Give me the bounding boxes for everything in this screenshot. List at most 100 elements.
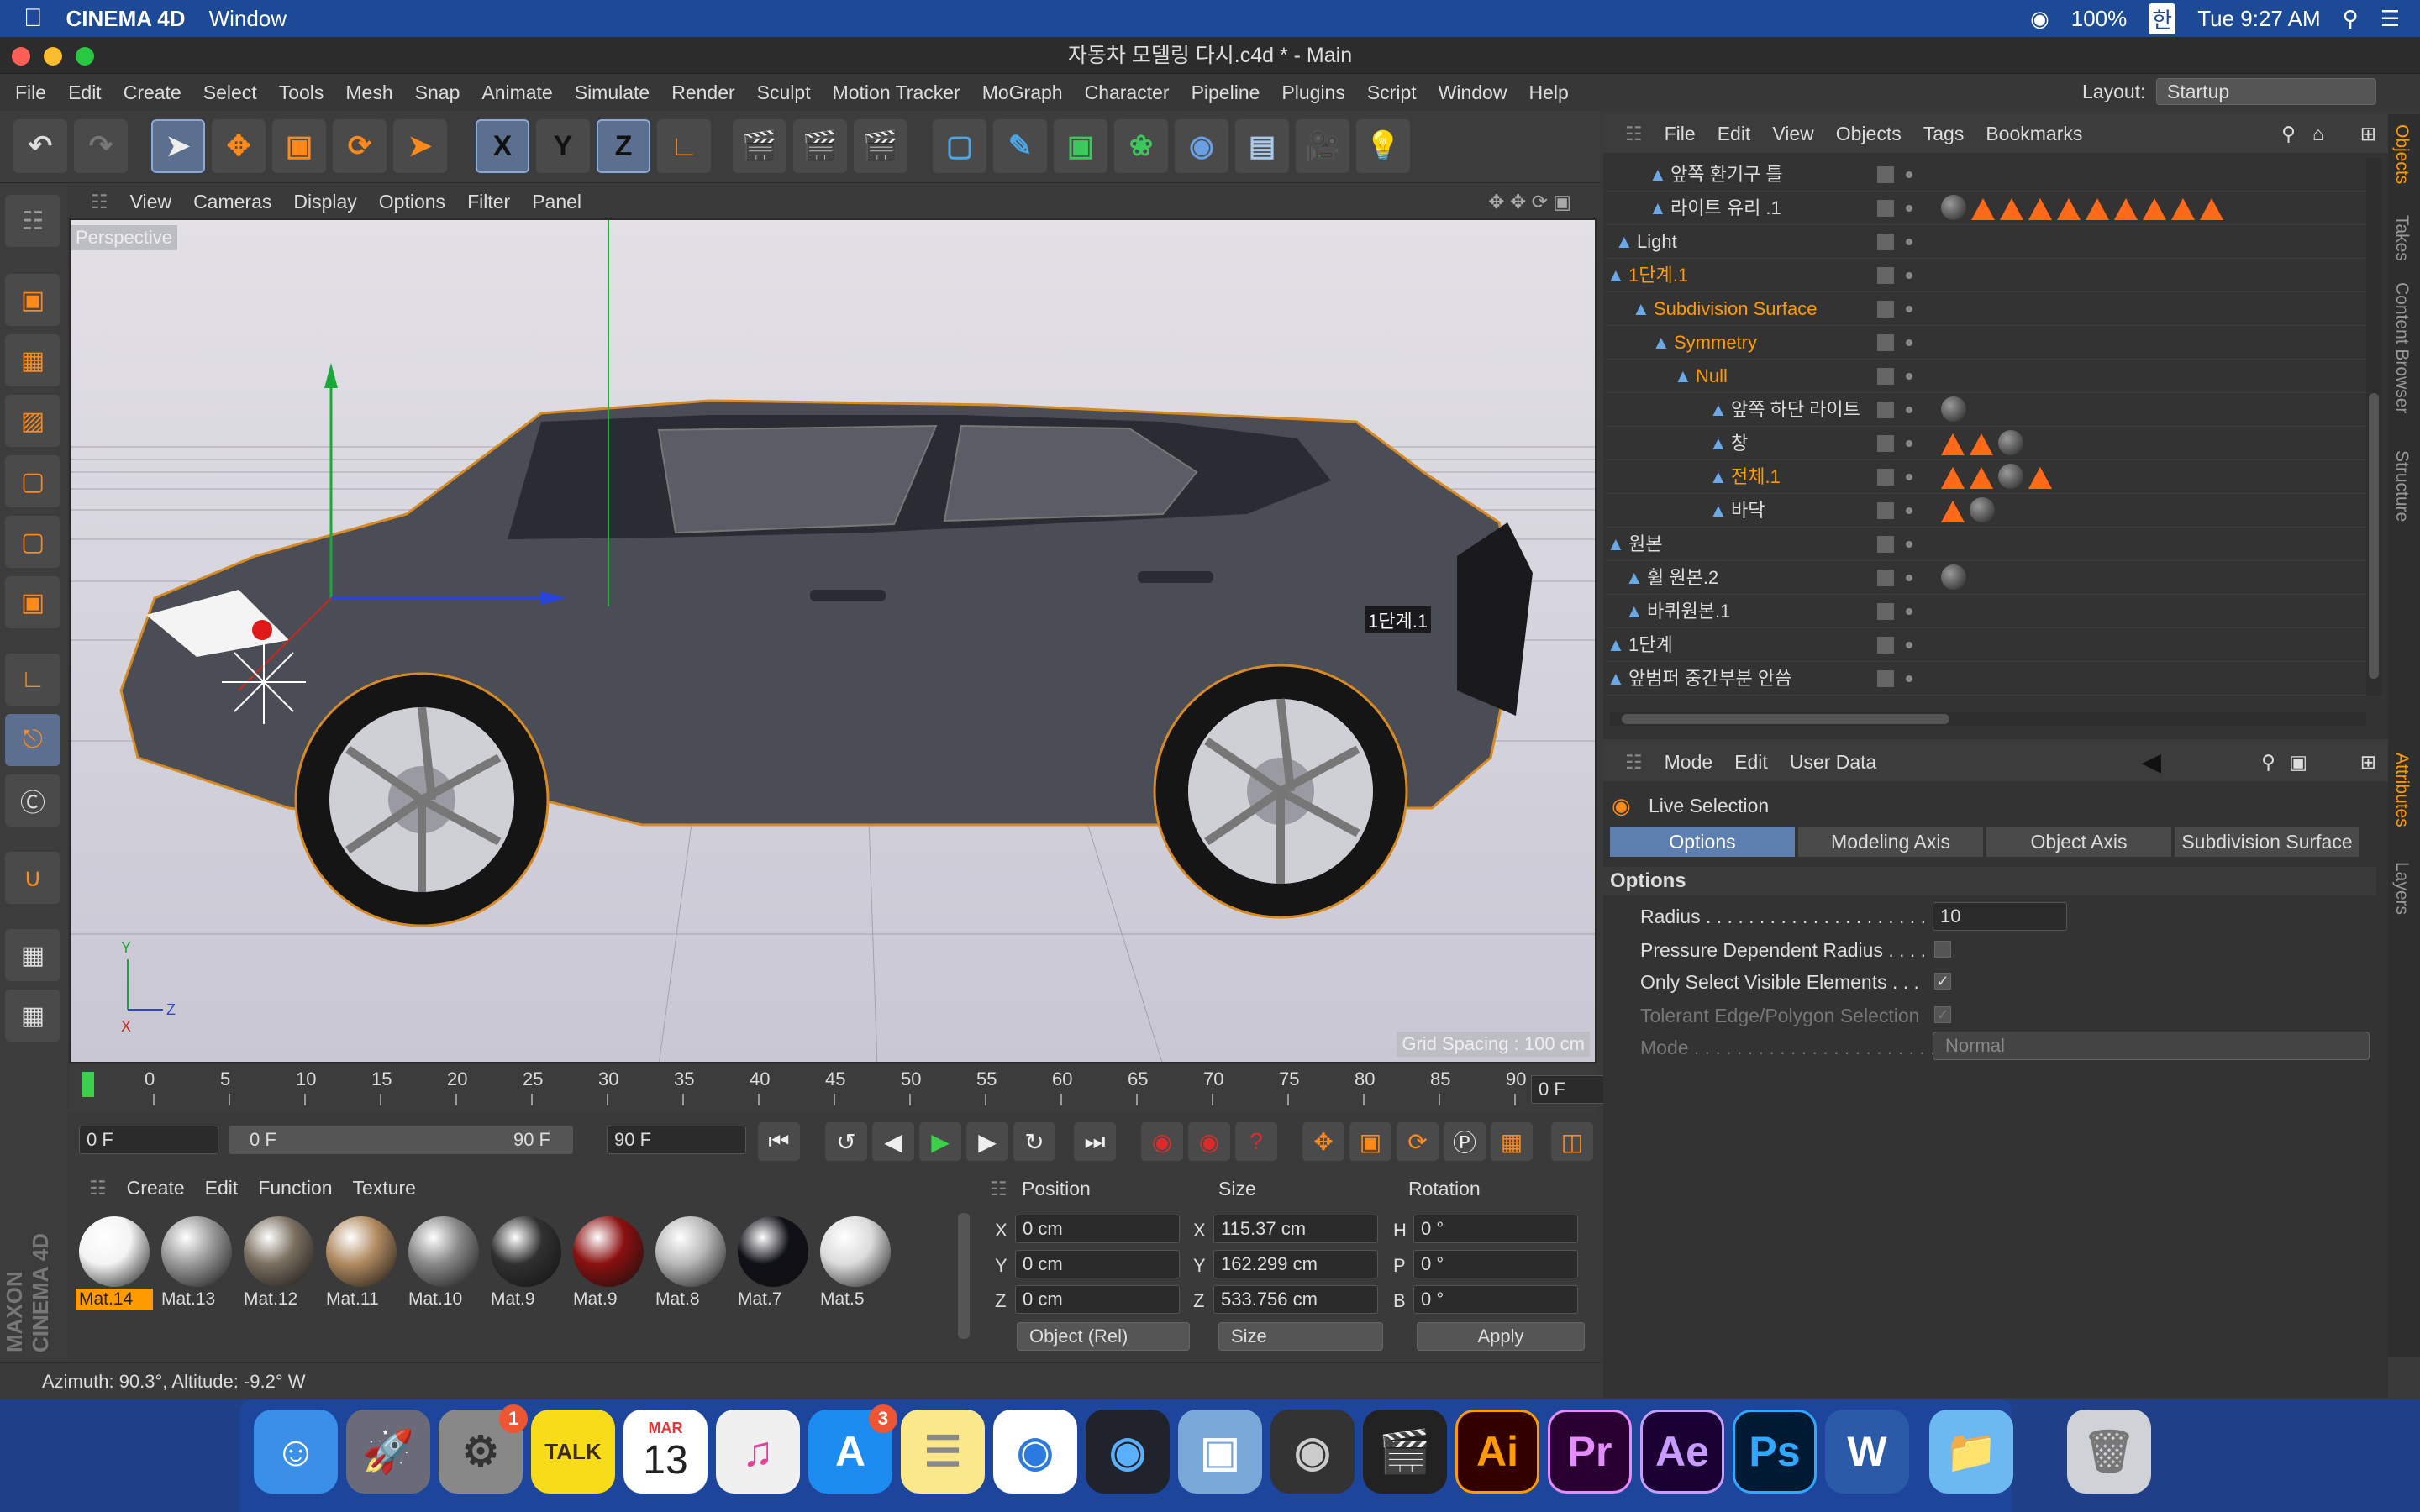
- material-tag-icon[interactable]: [2200, 198, 2223, 220]
- material-thumbnail[interactable]: Mat.11: [323, 1213, 400, 1310]
- rot-h-field[interactable]: 0 °: [1413, 1215, 1578, 1243]
- polygons-mode-icon[interactable]: ▣: [5, 576, 60, 628]
- object-row[interactable]: ▲ 1단계: [1603, 628, 2368, 662]
- viewport-scene[interactable]: [71, 220, 1597, 1063]
- visibility-toggle[interactable]: [1877, 200, 1894, 217]
- close-window-button[interactable]: [12, 47, 30, 66]
- menu-edit[interactable]: Edit: [68, 81, 102, 104]
- material-menu-texture[interactable]: Texture: [353, 1177, 416, 1200]
- model-mode-icon[interactable]: ▣: [5, 274, 60, 326]
- 3d-viewport[interactable]: Perspective 1단계.1 Y Z X Grid Spacing : 1…: [69, 218, 1597, 1063]
- tab-subdivision-surface[interactable]: Subdivision Surface: [2175, 827, 2360, 857]
- visibility-toggle[interactable]: [1877, 435, 1894, 452]
- viewport-menu-view[interactable]: View: [130, 191, 171, 213]
- render-dot[interactable]: [1906, 205, 1912, 212]
- menu-character[interactable]: Character: [1085, 81, 1170, 104]
- menu-tools[interactable]: Tools: [279, 81, 324, 104]
- render-dot[interactable]: [1906, 675, 1912, 682]
- object-menu-edit[interactable]: Edit: [1718, 123, 1751, 145]
- kakaotalk-icon[interactable]: TALK: [531, 1410, 615, 1494]
- record-keys-icon[interactable]: ◉: [1141, 1122, 1183, 1161]
- object-row[interactable]: ▲ Symmetry: [1603, 326, 2368, 360]
- material-thumbnail[interactable]: Mat.8: [652, 1213, 729, 1310]
- move-icon[interactable]: ✥: [212, 119, 266, 173]
- planar-workplane-icon[interactable]: ▦: [5, 990, 60, 1042]
- object-row[interactable]: ▲ 원본: [1603, 528, 2368, 561]
- visibility-toggle[interactable]: [1877, 637, 1894, 654]
- render-dot[interactable]: [1906, 541, 1912, 548]
- material-thumbnail[interactable]: Mat.7: [734, 1213, 812, 1310]
- visibility-toggle[interactable]: [1877, 570, 1894, 586]
- tweak-mode-icon[interactable]: ⎋: [5, 714, 60, 766]
- object-name[interactable]: Symmetry: [1674, 326, 1757, 360]
- deformer-icon[interactable]: ◉: [1175, 119, 1228, 173]
- key-point-level-icon[interactable]: ▦: [1491, 1122, 1533, 1161]
- coordinate-system-icon[interactable]: ∟: [657, 119, 711, 173]
- object-row[interactable]: ▲ 휠 원본.2: [1603, 561, 2368, 595]
- key-scale-icon[interactable]: ▣: [1349, 1122, 1392, 1161]
- render-dot[interactable]: [1906, 608, 1912, 615]
- render-settings-icon[interactable]: 🎬: [854, 119, 908, 173]
- material-tag-icon[interactable]: [2171, 198, 2195, 220]
- key-parameter-icon[interactable]: Ⓟ: [1444, 1122, 1486, 1161]
- cinema4d-icon[interactable]: ◉: [1086, 1410, 1170, 1494]
- object-name[interactable]: 창: [1731, 427, 1748, 460]
- undo-icon[interactable]: ↶: [13, 119, 67, 173]
- mograph-cloner-icon[interactable]: ❀: [1114, 119, 1168, 173]
- object-scroll-thumb[interactable]: [2369, 393, 2379, 679]
- material-tag-icon[interactable]: [1970, 467, 1993, 489]
- object-row[interactable]: ▲ Subdivision Surface: [1603, 292, 2368, 326]
- object-hscroll-thumb[interactable]: [1622, 714, 1949, 724]
- side-tab-layers[interactable]: Layers: [2391, 862, 2412, 915]
- chrome-icon[interactable]: ◉: [993, 1410, 1077, 1494]
- tolerant-selection-checkbox[interactable]: ✓: [1934, 1006, 1951, 1023]
- snap-icon[interactable]: Ⓒ: [5, 774, 60, 827]
- system-preferences-icon[interactable]: ⚙ 1: [439, 1404, 528, 1494]
- go-to-start-icon[interactable]: ⏮: [758, 1122, 800, 1161]
- visibility-toggle[interactable]: [1877, 267, 1894, 284]
- side-tab-structure[interactable]: Structure: [2391, 450, 2412, 522]
- rot-b-field[interactable]: 0 °: [1413, 1285, 1578, 1314]
- menu-sculpt[interactable]: Sculpt: [757, 81, 811, 104]
- material-tag-icon[interactable]: [2000, 198, 2023, 220]
- object-menu-tags[interactable]: Tags: [1923, 123, 1965, 145]
- menu-render[interactable]: Render: [671, 81, 734, 104]
- menu-mesh[interactable]: Mesh: [345, 81, 392, 104]
- object-name[interactable]: Subdivision Surface: [1654, 292, 1817, 326]
- attr-lock-icon[interactable]: ▣: [2289, 751, 2307, 774]
- side-tab-takes[interactable]: Takes: [2391, 215, 2412, 261]
- object-name[interactable]: 바퀴원본.1: [1647, 595, 1730, 628]
- render-dot[interactable]: [1906, 474, 1912, 480]
- disk-utility-icon[interactable]: ◉: [1270, 1410, 1355, 1494]
- app-store-icon[interactable]: A 3: [808, 1404, 897, 1494]
- object-row[interactable]: ▲ Light: [1603, 225, 2368, 259]
- final-cut-icon[interactable]: 🎬: [1363, 1410, 1447, 1494]
- radius-field[interactable]: 10: [1933, 902, 2067, 931]
- visible-elements-checkbox[interactable]: ✓: [1934, 973, 1951, 990]
- object-name[interactable]: 1단계: [1628, 628, 1673, 662]
- z-axis-lock[interactable]: Z: [597, 119, 650, 173]
- texture-tag-icon[interactable]: [1998, 430, 2023, 455]
- viewport-menu-filter[interactable]: Filter: [467, 191, 510, 213]
- viewport-menu-display[interactable]: Display: [293, 191, 356, 213]
- object-row[interactable]: ▲ 1단계.1: [1603, 259, 2368, 292]
- pos-x-field[interactable]: 0 cm: [1015, 1215, 1180, 1243]
- side-tab-content-browser[interactable]: Content Browser: [2391, 282, 2412, 413]
- object-row[interactable]: ▲ 앞쪽 환기구 틀: [1603, 158, 2368, 192]
- premiere-icon[interactable]: Pr: [1548, 1410, 1632, 1494]
- pos-z-field[interactable]: 0 cm: [1015, 1285, 1180, 1314]
- object-row[interactable]: ▲ Null: [1603, 360, 2368, 393]
- keyframe-selection-icon[interactable]: ?: [1235, 1122, 1277, 1161]
- render-dot[interactable]: [1906, 171, 1912, 178]
- object-name[interactable]: 앞쪽 환기구 틀: [1670, 158, 1783, 192]
- previous-frame-icon[interactable]: ◀: [872, 1122, 914, 1161]
- subdivision-icon[interactable]: ▣: [1054, 119, 1107, 173]
- texture-mode-icon[interactable]: ▦: [5, 334, 60, 386]
- visibility-toggle[interactable]: [1877, 234, 1894, 250]
- wifi-icon[interactable]: ◉: [2030, 6, 2049, 32]
- menu-snap[interactable]: Snap: [415, 81, 460, 104]
- object-menu-objects[interactable]: Objects: [1836, 123, 1902, 145]
- material-menu-edit[interactable]: Edit: [205, 1177, 239, 1200]
- zoom-window-button[interactable]: [76, 47, 94, 66]
- viewport-menu-options[interactable]: Options: [379, 191, 445, 213]
